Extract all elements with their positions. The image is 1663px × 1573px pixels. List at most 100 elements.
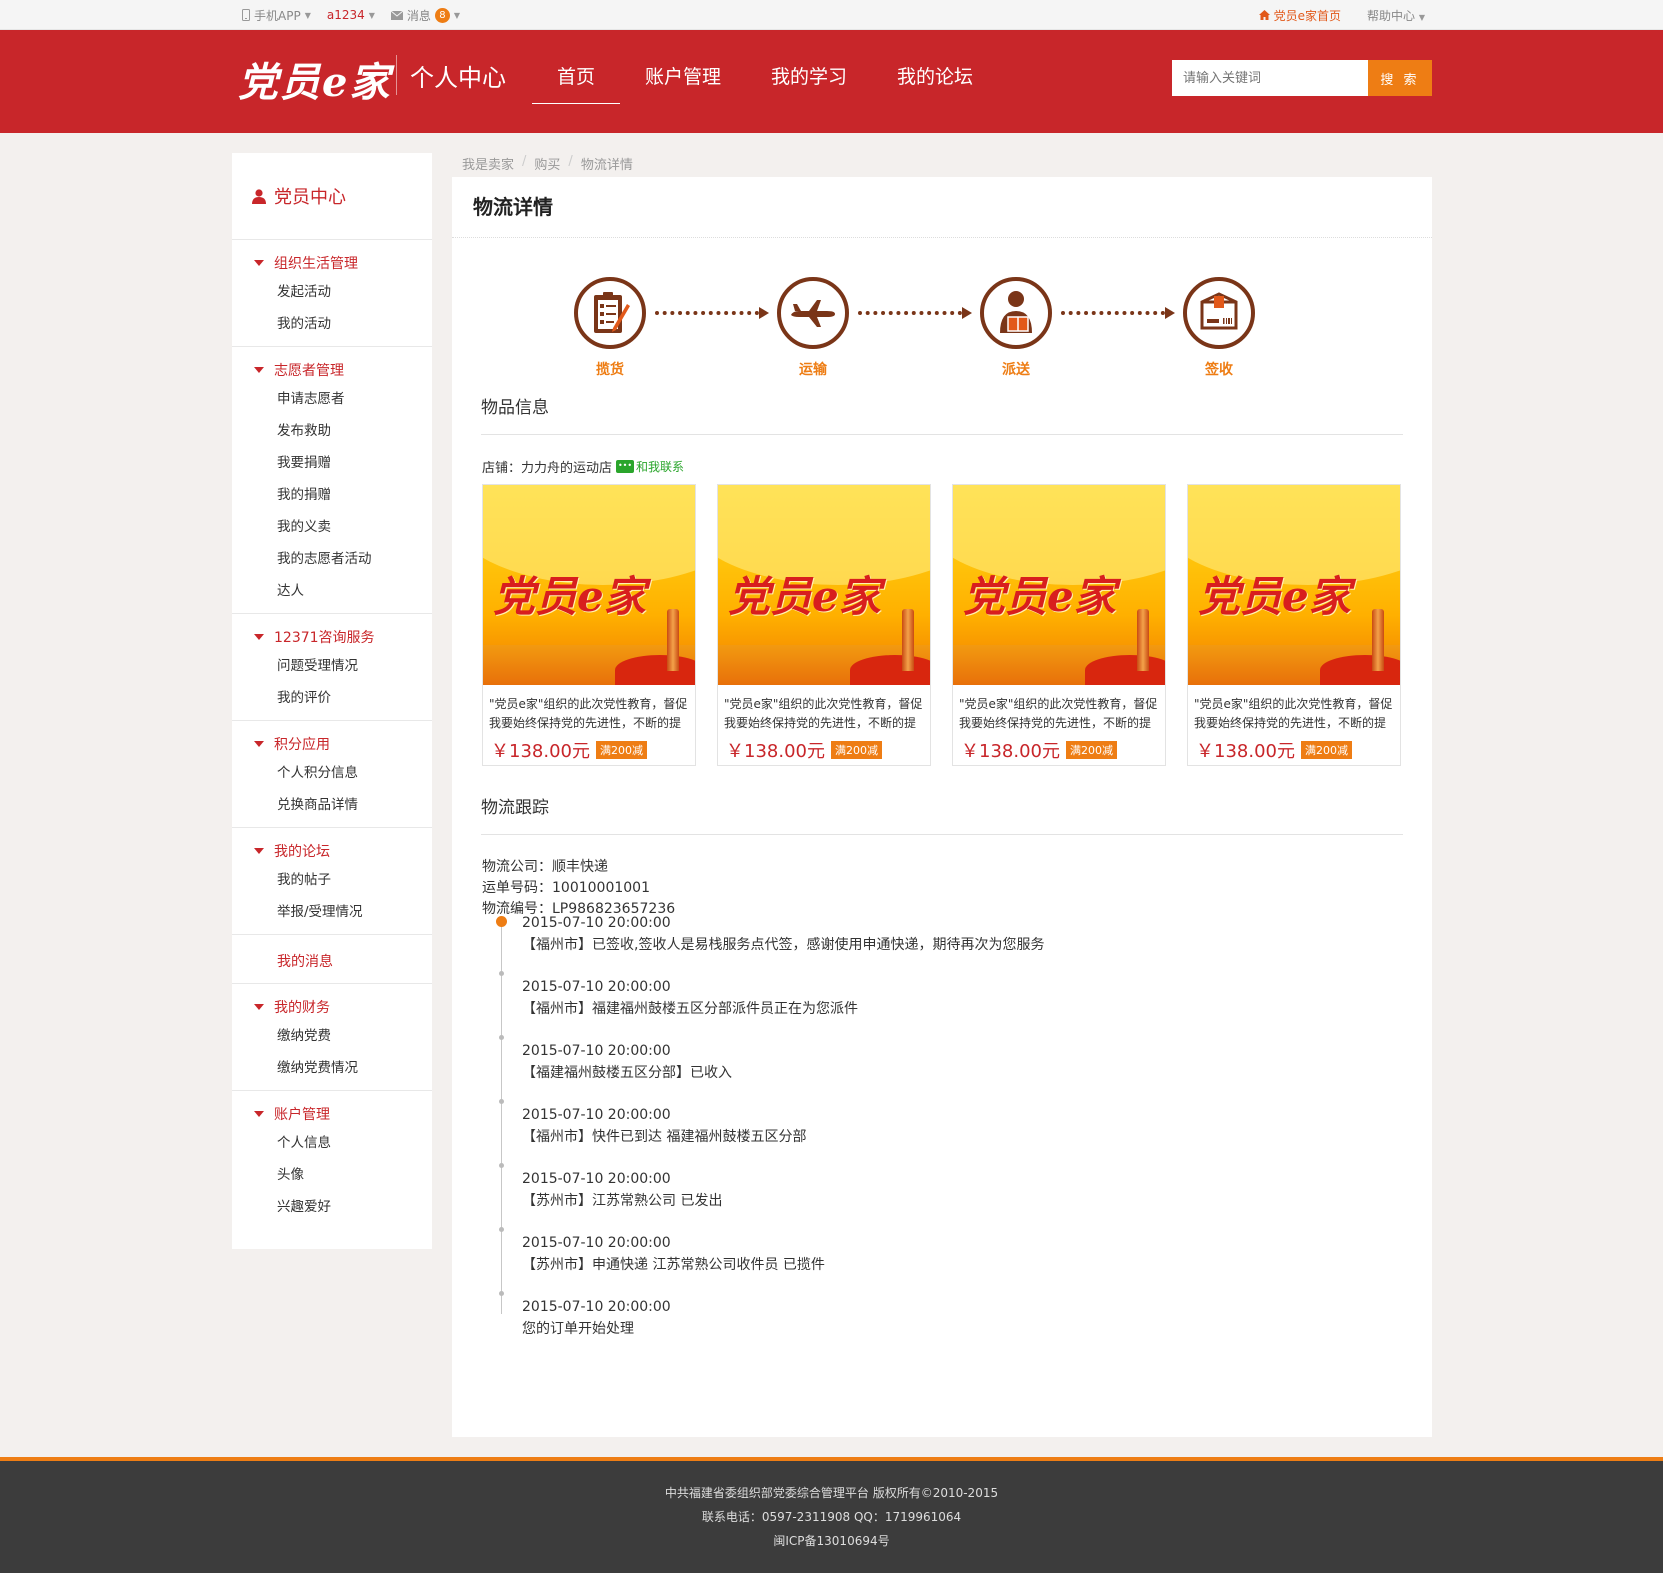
breadcrumb-separator: / bbox=[568, 154, 573, 169]
sidebar-item-start-activity[interactable]: 发起活动 bbox=[232, 276, 432, 308]
sidebar-group-header[interactable]: 我的财务 bbox=[232, 994, 432, 1020]
caret-down-icon bbox=[254, 741, 264, 747]
home-icon bbox=[1258, 10, 1270, 20]
sidebar-group-volunteer: 志愿者管理 申请志愿者 发布救助 我要捐赠 我的捐赠 我的义卖 我的志愿者活动 … bbox=[232, 347, 432, 614]
sidebar-group-points: 积分应用 个人积分信息 兑换商品详情 bbox=[232, 721, 432, 828]
sidebar-group-title: 12371咨询服务 bbox=[274, 630, 375, 646]
sidebar-group-header[interactable]: 账户管理 bbox=[232, 1101, 432, 1127]
chevron-down-icon: ▼ bbox=[1418, 12, 1425, 22]
product-price: ￥138.00元 bbox=[961, 741, 1060, 762]
sidebar-item-reports[interactable]: 举报/受理情况 bbox=[232, 896, 432, 928]
sidebar-item-issue-status[interactable]: 问题受理情况 bbox=[232, 650, 432, 682]
user-menu[interactable]: a1234 ▼ bbox=[327, 8, 375, 22]
timeline-dot bbox=[499, 1291, 504, 1296]
site-logo[interactable]: 党员e家 bbox=[238, 50, 391, 108]
sidebar-item-personal-info[interactable]: 个人信息 bbox=[232, 1127, 432, 1159]
breadcrumb-item-seller[interactable]: 我是卖家 bbox=[462, 154, 514, 173]
nav-item-forum[interactable]: 我的论坛 bbox=[872, 62, 998, 102]
timeline-text: 【福建福州鼓楼五区分部】已收入 bbox=[522, 1065, 732, 1081]
product-image[interactable]: 党员e家 bbox=[718, 485, 930, 685]
product-image-text: 党员e家 bbox=[1198, 572, 1351, 621]
sidebar-item-my-activities[interactable]: 我的活动 bbox=[232, 308, 432, 340]
product-card[interactable]: 党员e家 "党员e家"组织的此次党性教育，督促我要始终保持党的先进性，不断的提 … bbox=[717, 484, 931, 766]
sidebar-group-header[interactable]: 积分应用 bbox=[232, 731, 432, 757]
chevron-down-icon: ▼ bbox=[453, 10, 461, 20]
product-image[interactable]: 党员e家 bbox=[1188, 485, 1400, 685]
help-center-menu[interactable]: 帮助中心 ▼ bbox=[1367, 7, 1425, 24]
sidebar-group-account: 账户管理 个人信息 头像 兴趣爱好 bbox=[232, 1091, 432, 1229]
footer-icp: 闽ICP备13010694号 bbox=[773, 1534, 890, 1548]
product-description: "党员e家"组织的此次党性教育，督促我要始终保持党的先进性，不断的提 bbox=[489, 697, 688, 730]
sidebar-group-title: 组织生活管理 bbox=[274, 256, 358, 272]
timeline-dot bbox=[499, 1163, 504, 1168]
sidebar-item-publish-aid[interactable]: 发布救助 bbox=[232, 415, 432, 447]
nav-item-study[interactable]: 我的学习 bbox=[746, 62, 872, 102]
sidebar-item-expert[interactable]: 达人 bbox=[232, 575, 432, 607]
product-card[interactable]: 党员e家 "党员e家"组织的此次党性教育，督促我要始终保持党的先进性，不断的提 … bbox=[952, 484, 1166, 766]
breadcrumb-separator: / bbox=[522, 154, 527, 169]
sidebar-item-charity-sale[interactable]: 我的义卖 bbox=[232, 511, 432, 543]
sidebar-item-my-posts[interactable]: 我的帖子 bbox=[232, 864, 432, 896]
sidebar-item-donate[interactable]: 我要捐赠 bbox=[232, 447, 432, 479]
step-pickup: 揽货 bbox=[570, 277, 650, 379]
courier-icon bbox=[980, 277, 1052, 349]
sidebar-item-redeem-details[interactable]: 兑换商品详情 bbox=[232, 789, 432, 821]
sidebar-item-points-info[interactable]: 个人积分信息 bbox=[232, 757, 432, 789]
contact-seller-link[interactable]: ••• 和我联系 bbox=[616, 458, 684, 475]
mobile-app-menu[interactable]: 手机APP ▼ bbox=[242, 7, 311, 24]
timeline-text: 【苏州市】申通快递 江苏常熟公司收件员 已揽件 bbox=[522, 1257, 825, 1273]
waybill-number: 运单号码：10010001001 bbox=[482, 880, 650, 896]
step-label: 派送 bbox=[1002, 362, 1030, 378]
timeline-time: 2015-07-10 20:00:00 bbox=[522, 1171, 671, 1187]
home-link[interactable]: 党员e家首页 bbox=[1258, 7, 1341, 24]
step-arrow bbox=[1061, 307, 1175, 319]
sidebar-item-apply-volunteer[interactable]: 申请志愿者 bbox=[232, 383, 432, 415]
timeline-dot bbox=[499, 1035, 504, 1040]
sidebar-group-title: 账户管理 bbox=[274, 1107, 330, 1123]
sidebar: 党员中心 组织生活管理 发起活动 我的活动 志愿者管理 申请志愿者 发布救助 我… bbox=[232, 153, 432, 1249]
product-image[interactable]: 党员e家 bbox=[483, 485, 695, 685]
product-image[interactable]: 党员e家 bbox=[953, 485, 1165, 685]
caret-down-icon bbox=[254, 1004, 264, 1010]
sidebar-group-header[interactable]: 志愿者管理 bbox=[232, 357, 432, 383]
sidebar-item-pay-dues[interactable]: 缴纳党费 bbox=[232, 1020, 432, 1052]
top-bar: 手机APP ▼ a1234 ▼ 消息 8 ▼ 党员e家首页 帮助中心 ▼ bbox=[0, 0, 1663, 30]
product-description: "党员e家"组织的此次党性教育，督促我要始终保持党的先进性，不断的提 bbox=[1194, 697, 1393, 730]
sidebar-title-label: 党员中心 bbox=[274, 187, 346, 208]
sidebar-item-volunteer-activities[interactable]: 我的志愿者活动 bbox=[232, 543, 432, 575]
caret-down-icon bbox=[254, 367, 264, 373]
product-description: "党员e家"组织的此次党性教育，督促我要始终保持党的先进性，不断的提 bbox=[959, 697, 1158, 730]
product-card[interactable]: 党员e家 "党员e家"组织的此次党性教育，督促我要始终保持党的先进性，不断的提 … bbox=[482, 484, 696, 766]
shop-label: 店铺：力力舟的运动店 bbox=[482, 461, 613, 476]
timeline-text: 【福州市】福建福州鼓楼五区分部派件员正在为您派件 bbox=[522, 1001, 858, 1017]
sidebar-item-my-reviews[interactable]: 我的评价 bbox=[232, 682, 432, 714]
footer-contact: 联系电话：0597-2311908 QQ：1719961064 bbox=[701, 1510, 962, 1524]
sidebar-item-my-donations[interactable]: 我的捐赠 bbox=[232, 479, 432, 511]
timeline-time: 2015-07-10 20:00:00 bbox=[522, 915, 671, 931]
sidebar-group-header[interactable]: 我的论坛 bbox=[232, 838, 432, 864]
search-input[interactable] bbox=[1172, 60, 1368, 96]
sidebar-item-interests[interactable]: 兴趣爱好 bbox=[232, 1191, 432, 1223]
nav-item-home[interactable]: 首页 bbox=[532, 62, 621, 104]
contact-seller-label: 和我联系 bbox=[636, 460, 685, 474]
product-card[interactable]: 党员e家 "党员e家"组织的此次党性教育，督促我要始终保持党的先进性，不断的提 … bbox=[1187, 484, 1401, 766]
search-button[interactable]: 搜 索 bbox=[1368, 60, 1432, 96]
sidebar-item-dues-status[interactable]: 缴纳党费情况 bbox=[232, 1052, 432, 1084]
step-label: 运输 bbox=[799, 362, 827, 378]
sidebar-group-header[interactable]: 组织生活管理 bbox=[232, 250, 432, 276]
chevron-down-icon: ▼ bbox=[304, 10, 311, 20]
sidebar-item-my-messages[interactable]: 我的消息 bbox=[232, 935, 432, 984]
sidebar-item-avatar[interactable]: 头像 bbox=[232, 1159, 432, 1191]
timeline-text: 【福州市】已签收,签收人是易栈服务点代签，感谢使用申通快递，期待再次为您服务 bbox=[522, 937, 1045, 953]
nav-item-account[interactable]: 账户管理 bbox=[620, 62, 746, 102]
sidebar-group-header[interactable]: 12371咨询服务 bbox=[232, 624, 432, 650]
messages-menu[interactable]: 消息 8 ▼ bbox=[390, 7, 461, 24]
logistics-info: 物流公司：顺丰快递 运单号码：10010001001 物流编号：LP986823… bbox=[482, 857, 675, 920]
step-arrow bbox=[858, 307, 972, 319]
breadcrumb-item-purchase[interactable]: 购买 bbox=[534, 154, 560, 173]
breadcrumb-item-current: 物流详情 bbox=[580, 158, 633, 173]
sidebar-group-title: 积分应用 bbox=[274, 737, 330, 753]
breadcrumb: 我是卖家 / 购买 / 物流详情 bbox=[462, 154, 633, 173]
chat-icon: ••• bbox=[616, 460, 635, 473]
goods-section-title: 物品信息 bbox=[481, 393, 1403, 435]
